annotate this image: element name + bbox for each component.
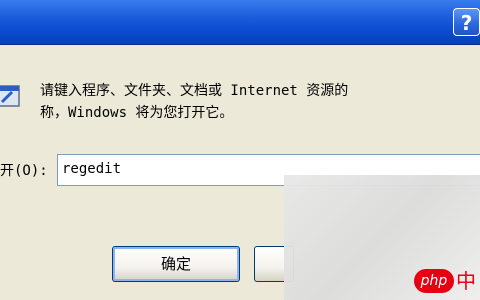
watermark: php 中 xyxy=(414,268,476,294)
ok-button[interactable]: 确定 xyxy=(112,246,240,282)
watermark-text: 中 xyxy=(456,269,476,293)
help-icon: ? xyxy=(460,11,473,35)
instructions-text: 请键入程序、文件夹、文档或 Internet 资源的 称，Windows 将为您… xyxy=(40,80,480,124)
open-label: 开(O): xyxy=(0,163,48,179)
watermark-logo: php xyxy=(414,269,454,293)
help-button[interactable]: ? xyxy=(453,8,480,36)
prompt-line1: 请键入程序、文件夹、文档或 Internet 资源的 xyxy=(40,83,349,99)
run-icon xyxy=(0,85,20,107)
title-bar: ? xyxy=(0,0,480,45)
prompt-line2: 称，Windows 将为您打开它。 xyxy=(40,105,234,121)
